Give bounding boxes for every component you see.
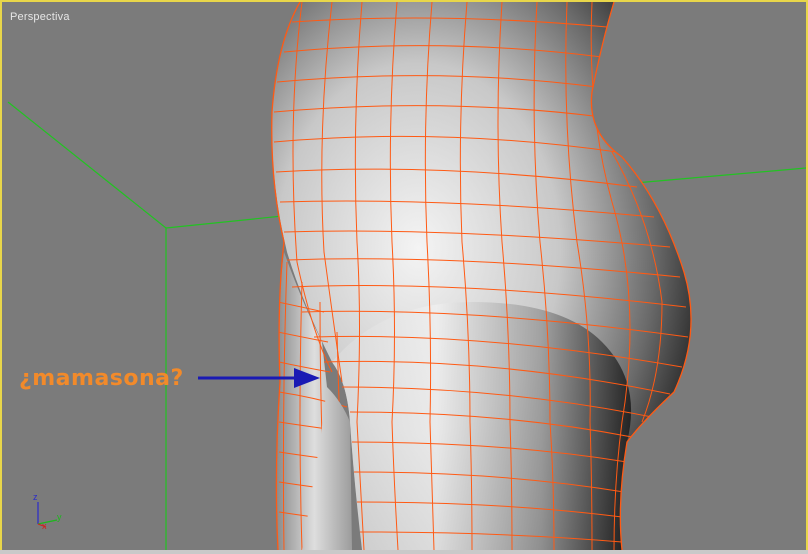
scene-canvas[interactable]: z x y	[2, 2, 806, 550]
axis-z-label: z	[33, 492, 38, 502]
annotation-text: ¿mamasona?	[19, 366, 184, 391]
axis-y-label: y	[57, 512, 62, 522]
annotation-arrow	[198, 368, 320, 388]
viewport-label[interactable]: Perspectiva	[10, 11, 70, 23]
perspective-viewport[interactable]: z x y Perspectiva ¿mamasona?	[0, 0, 808, 552]
axis-gizmo: z x y	[33, 492, 62, 531]
axis-x-label: x	[42, 521, 47, 531]
bottom-strip	[0, 550, 808, 554]
